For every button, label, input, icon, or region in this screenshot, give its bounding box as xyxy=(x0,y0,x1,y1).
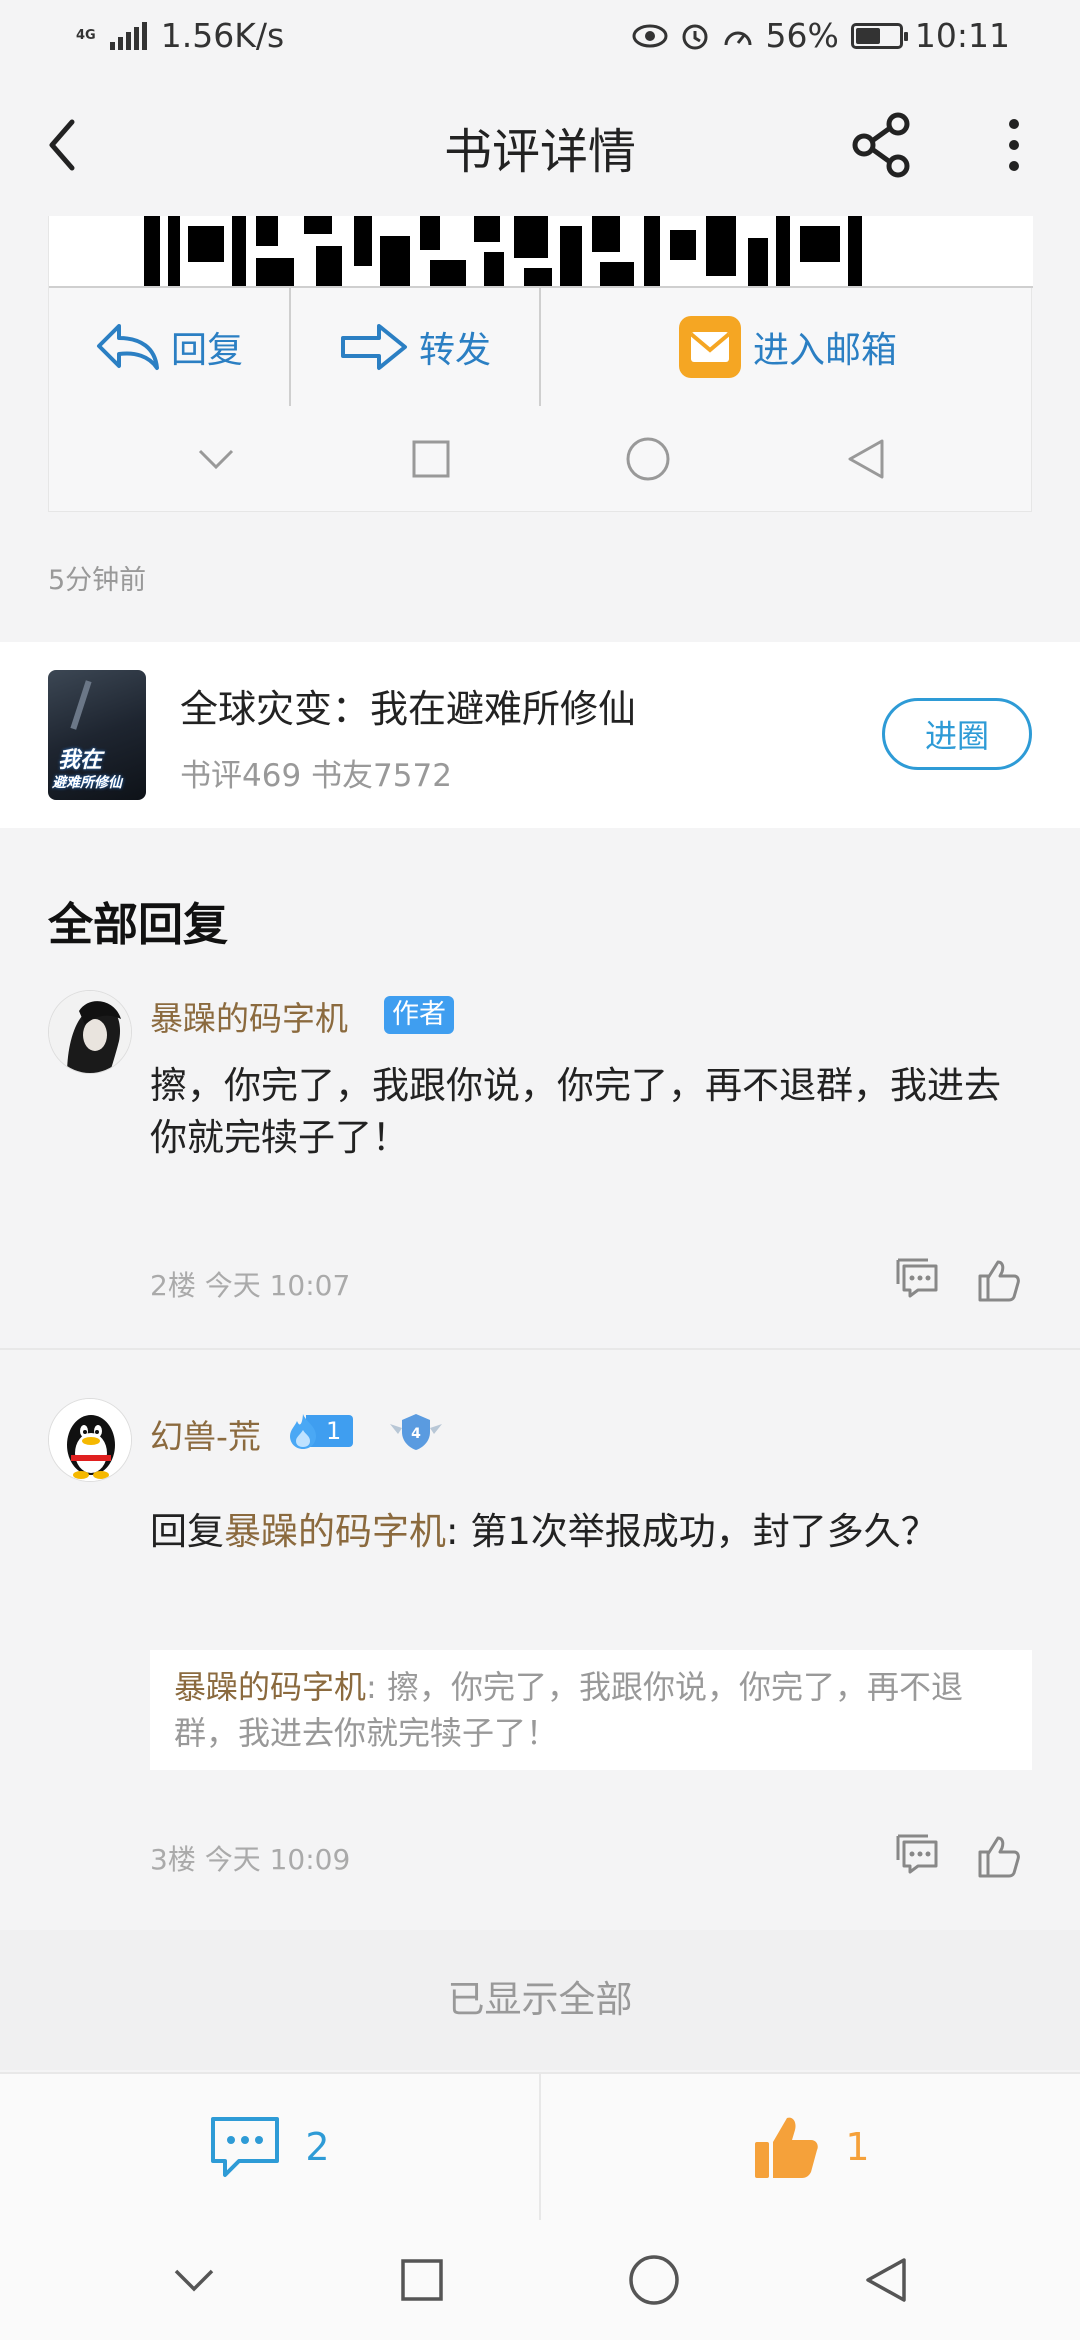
qr-code xyxy=(144,216,862,286)
bottom-action-bar: 2 1 xyxy=(0,2072,1080,2220)
reply-item: 幻兽-荒 1 4 回复暴躁的码字机: 第1次举报成功，封了多久？ 暴躁的码字机:… xyxy=(0,1380,1080,1910)
reply-text: : 第1次举报成功，封了多久？ xyxy=(446,1510,938,1553)
author-tag: 作者 xyxy=(384,996,454,1034)
post-time: 5分钟前 xyxy=(48,565,147,596)
comment-icon[interactable] xyxy=(894,1256,942,1304)
like-icon[interactable] xyxy=(974,1832,1022,1880)
mail-forward-label: 转发 xyxy=(418,330,491,371)
recent-apps-icon[interactable] xyxy=(400,2258,444,2302)
more-icon[interactable] xyxy=(994,110,1034,180)
clock: 10:11 xyxy=(914,16,1010,55)
status-bar: 4G 1.56K/s 56% 10:11 xyxy=(0,0,1080,72)
cover-text-1: 我在 xyxy=(58,748,103,773)
avatar[interactable] xyxy=(48,990,132,1074)
all-shown-label: 已显示全部 xyxy=(0,1930,1080,2070)
mailbox-label: 进入邮箱 xyxy=(752,330,897,371)
page-title: 书评详情 xyxy=(443,124,636,180)
mail-reply-label: 回复 xyxy=(170,330,243,371)
comment-bubble-icon xyxy=(211,2117,280,2177)
comment-button[interactable]: 2 xyxy=(0,2074,539,2220)
like-button[interactable]: 1 xyxy=(539,2074,1080,2220)
open-mailbox-button[interactable]: 进入邮箱 xyxy=(539,288,1033,406)
reply-arrow-icon xyxy=(96,324,159,370)
comment-count: 2 xyxy=(305,2125,330,2169)
navbar: 书评详情 xyxy=(0,72,1080,216)
book-cover[interactable]: 我在 避难所修仙 xyxy=(48,670,146,800)
battery-icon xyxy=(850,22,908,49)
replies-title: 全部回复 xyxy=(48,898,229,951)
home-icon[interactable] xyxy=(628,2254,680,2306)
mail-actions: 回复 转发 进入邮箱 xyxy=(49,288,1033,406)
username[interactable]: 幻兽-荒 xyxy=(150,1410,261,1458)
fan-level-badge: 1 xyxy=(286,1412,354,1450)
shield-badge-number: 4 xyxy=(411,1426,421,1442)
mail-icon xyxy=(678,316,741,378)
penguin-avatar-icon xyxy=(49,1399,131,1481)
alarm-icon xyxy=(682,24,708,49)
embedded-nav-bar xyxy=(49,406,1033,512)
battery-fill xyxy=(855,27,880,44)
join-circle-button[interactable]: 进圈 xyxy=(882,698,1032,770)
qr-code-strip xyxy=(49,216,1033,288)
flame-icon xyxy=(290,1414,316,1449)
reply-mention[interactable]: 暴躁的码字机 xyxy=(224,1510,446,1553)
reply-item: 暴躁的码字机 作者 擦，你完了，我跟你说，你完了，再不退群，我进去你就完犊子了！… xyxy=(0,980,1080,1350)
avatar-image xyxy=(49,991,131,1073)
shield-badge-icon: 4 xyxy=(386,1410,446,1454)
network-speed: 1.56K/s xyxy=(160,16,285,55)
forward-arrow-icon xyxy=(340,324,407,370)
cover-text-2: 避难所修仙 xyxy=(52,775,122,791)
avatar[interactable] xyxy=(48,1398,132,1482)
mail-reply-button[interactable]: 回复 xyxy=(49,288,289,406)
book-title[interactable]: 全球灾变：我在避难所修仙 xyxy=(180,678,636,733)
battery-percent: 56% xyxy=(765,16,839,55)
like-icon[interactable] xyxy=(974,1256,1022,1304)
mail-forward-button[interactable]: 转发 xyxy=(289,288,539,406)
reply-meta: 3楼 今天 10:09 xyxy=(150,1843,351,1876)
hide-nav-chevron-icon[interactable] xyxy=(172,2267,216,2293)
divider xyxy=(0,1348,1080,1350)
quote-user[interactable]: 暴躁的码字机 xyxy=(174,1668,366,1706)
reply-prefix: 回复 xyxy=(150,1510,224,1553)
reply-meta: 2楼 今天 10:07 xyxy=(150,1269,351,1302)
email-card: 回复 转发 进入邮箱 xyxy=(48,216,1033,512)
circle-icon xyxy=(626,437,670,481)
nav-back-icon[interactable] xyxy=(864,2256,908,2304)
system-nav-bar xyxy=(0,2220,1080,2340)
back-icon[interactable] xyxy=(40,110,90,180)
reply-content: 擦，你完了，我跟你说，你完了，再不退群，我进去你就完犊子了！ xyxy=(150,1064,1001,1159)
reply-content: 回复暴躁的码字机: 第1次举报成功，封了多久？ xyxy=(150,1506,1032,1558)
share-icon[interactable] xyxy=(848,110,918,180)
quoted-reply: 暴躁的码字机: 擦，你完了，我跟你说，你完了，再不退群，我进去你就完犊子了！ xyxy=(150,1650,1032,1770)
chevron-down-icon xyxy=(199,449,234,470)
eye-icon xyxy=(632,24,668,47)
like-count: 1 xyxy=(845,2125,870,2169)
book-card[interactable]: 我在 避难所修仙 全球灾变：我在避难所修仙 书评469 书友7572 进圈 xyxy=(0,642,1080,828)
book-meta: 书评469 书友7572 xyxy=(180,758,452,794)
signal-icon xyxy=(109,21,147,50)
network-type: 4G xyxy=(76,28,96,43)
thumbs-up-icon xyxy=(755,2117,819,2178)
comment-icon[interactable] xyxy=(894,1832,942,1880)
speedometer-icon xyxy=(724,31,752,45)
square-icon xyxy=(412,440,450,478)
username[interactable]: 暴躁的码字机 xyxy=(150,992,348,1040)
triangle-back-icon xyxy=(848,439,884,479)
